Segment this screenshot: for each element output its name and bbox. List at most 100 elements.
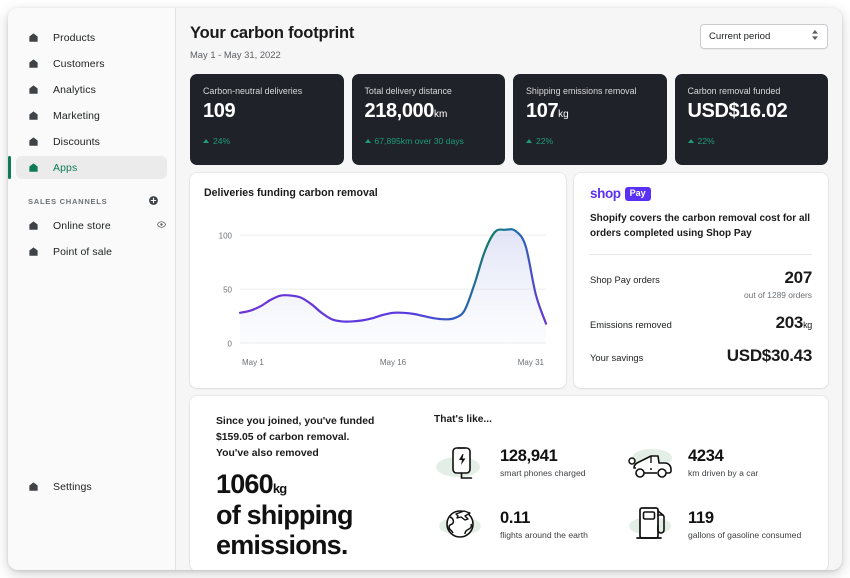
stat-delta: 67,895km over 30 days [364, 136, 493, 146]
stat-card-carbon-neutral-deliveries: Carbon-neutral deliveries 109 24% [190, 74, 344, 165]
emissions-removed-row: Emissions removed 203kg [590, 313, 812, 333]
sidebar-item-analytics[interactable]: Analytics [16, 78, 167, 101]
stat-number: 107 [526, 100, 559, 122]
shop-pay-orders-row: Shop Pay orders 207 out of 1289 orders [590, 268, 812, 300]
stat-delta: 22% [526, 136, 654, 146]
stat-value: 109 [203, 100, 331, 123]
shop-pay-card: shop Pay Shopify covers the carbon remov… [574, 173, 828, 388]
stat-number: 109 [203, 100, 236, 122]
equivalent-caption: smart phones charged [500, 467, 586, 478]
middle-row: Deliveries funding carbon removal 0 50 1… [190, 173, 828, 388]
chart-area-fill [240, 229, 546, 343]
stat-delta-label: 67,895km over 30 days [374, 136, 464, 146]
equivalent-value: 4234 [688, 446, 724, 465]
equivalent-text: 4234 km driven by a car [688, 447, 758, 478]
shop-pay-description: Shopify covers the carbon removal cost f… [590, 213, 811, 239]
home-icon [28, 220, 43, 231]
equivalent-value: 119 [688, 508, 714, 527]
sidebar-item-discounts[interactable]: Discounts [16, 130, 167, 153]
sidebar-item-label: Apps [53, 161, 78, 174]
date-range-label: May 1 - May 31, 2022 [190, 49, 281, 60]
stat-delta-label: 24% [213, 136, 231, 146]
sidebar-item-label: Customers [53, 57, 105, 70]
page-header-text: Your carbon footprint May 1 - May 31, 20… [190, 24, 354, 60]
row-subtext: out of 1289 orders [744, 290, 812, 300]
impact-big-line3: emissions. [216, 529, 348, 560]
stat-delta-label: 22% [536, 136, 554, 146]
shop-pay-logo: shop Pay [590, 186, 812, 201]
impact-card: Since you joined, you've funded $159.05 … [190, 396, 828, 570]
row-value-group: 207 out of 1289 orders [744, 268, 812, 300]
equivalent-item: 119 gallons of gasoline consumed [622, 493, 810, 555]
home-icon [28, 84, 43, 95]
pay-badge: Pay [624, 186, 651, 201]
period-select-value: Current period [709, 31, 771, 42]
sidebar-item-online-store[interactable]: Online store [16, 214, 167, 237]
equivalent-text: 119 gallons of gasoline consumed [688, 509, 801, 540]
eye-icon[interactable] [156, 219, 167, 233]
equivalent-value: 128,941 [500, 446, 558, 465]
sidebar-item-point-of-sale[interactable]: Point of sale [16, 240, 167, 263]
chevron-updown-icon [811, 29, 819, 44]
sidebar-item-apps[interactable]: Apps [8, 156, 167, 179]
home-icon [28, 246, 43, 257]
stat-label: Carbon-neutral deliveries [203, 86, 303, 96]
phone-charging-icon [434, 440, 490, 484]
chart-title: Deliveries funding carbon removal [204, 187, 378, 199]
svg-text:May 1: May 1 [242, 358, 264, 367]
triangle-up-icon [364, 139, 371, 143]
sidebar-item-label: Settings [53, 480, 92, 493]
sidebar-item-settings[interactable]: Settings [16, 475, 167, 498]
impact-summary: Since you joined, you've funded $159.05 … [216, 414, 428, 570]
home-icon [28, 32, 43, 43]
shop-wordmark: shop [590, 186, 621, 201]
app-window: Products Customers Analytics Marketing D [8, 8, 842, 570]
sales-channels-header: SALES CHANNELS [28, 195, 159, 208]
sidebar-item-label: Point of sale [53, 245, 113, 258]
equivalent-item: 4234 km driven by a car [622, 431, 810, 493]
car-icon [622, 440, 678, 484]
stat-number: USD$16.02 [687, 100, 788, 122]
sidebar-item-label: Online store [53, 219, 111, 232]
impact-number: 1060 [216, 469, 274, 500]
settings-row: Settings [8, 475, 175, 498]
impact-lead-line3: You've also removed [216, 448, 319, 460]
sidebar-item-label: Products [53, 31, 96, 44]
stat-card-shipping-emissions-removal: Shipping emissions removal 107kg 22% [513, 74, 667, 165]
row-label: Emissions removed [590, 319, 672, 330]
equivalent-text: 128,941 smart phones charged [500, 447, 586, 478]
stat-value: 218,000km [365, 100, 493, 123]
row-number: 203 [775, 313, 804, 332]
equivalents-grid: 128,941 smart phones charged 4234 km dri… [434, 431, 810, 555]
chart-card: Deliveries funding carbon removal 0 50 1… [190, 173, 566, 388]
stat-label: Total delivery distance [364, 86, 452, 96]
sidebar-item-label: Analytics [53, 83, 96, 96]
svg-text:May 31: May 31 [518, 358, 545, 367]
home-icon [28, 481, 43, 492]
stat-delta: 24% [203, 136, 331, 146]
sidebar-item-marketing[interactable]: Marketing [16, 104, 167, 127]
svg-text:50: 50 [223, 286, 232, 295]
svg-text:100: 100 [219, 232, 233, 241]
impact-lead-line2: $159.05 of carbon removal. [216, 432, 350, 444]
stat-unit: km [434, 109, 448, 120]
row-number: USD$30.43 [726, 346, 813, 365]
main-content: Your carbon footprint May 1 - May 31, 20… [176, 8, 842, 570]
impact-big-line2: of shipping [216, 499, 353, 530]
svg-text:May 16: May 16 [380, 358, 407, 367]
impact-lead-line1: Since you joined, you've funded [216, 416, 375, 427]
impact-big-value: 1060kg of shipping emissions. [216, 469, 428, 560]
sidebar-item-products[interactable]: Products [16, 26, 167, 49]
home-icon [28, 58, 43, 69]
triangle-up-icon [203, 139, 209, 143]
home-icon [28, 136, 43, 147]
equivalent-item: 128,941 smart phones charged [434, 431, 622, 493]
sidebar-item-label: Marketing [53, 109, 101, 122]
sidebar-item-customers[interactable]: Customers [16, 52, 167, 75]
stat-card-total-delivery-distance: Total delivery distance 218,000km 67,895… [351, 74, 505, 165]
sidebar: Products Customers Analytics Marketing D [8, 8, 176, 570]
home-icon [28, 110, 43, 121]
chart-area: 0 50 100 May 1 May 16 May 31 [204, 205, 552, 373]
period-select[interactable]: Current period [700, 24, 828, 49]
plus-circle-icon[interactable] [148, 195, 159, 208]
